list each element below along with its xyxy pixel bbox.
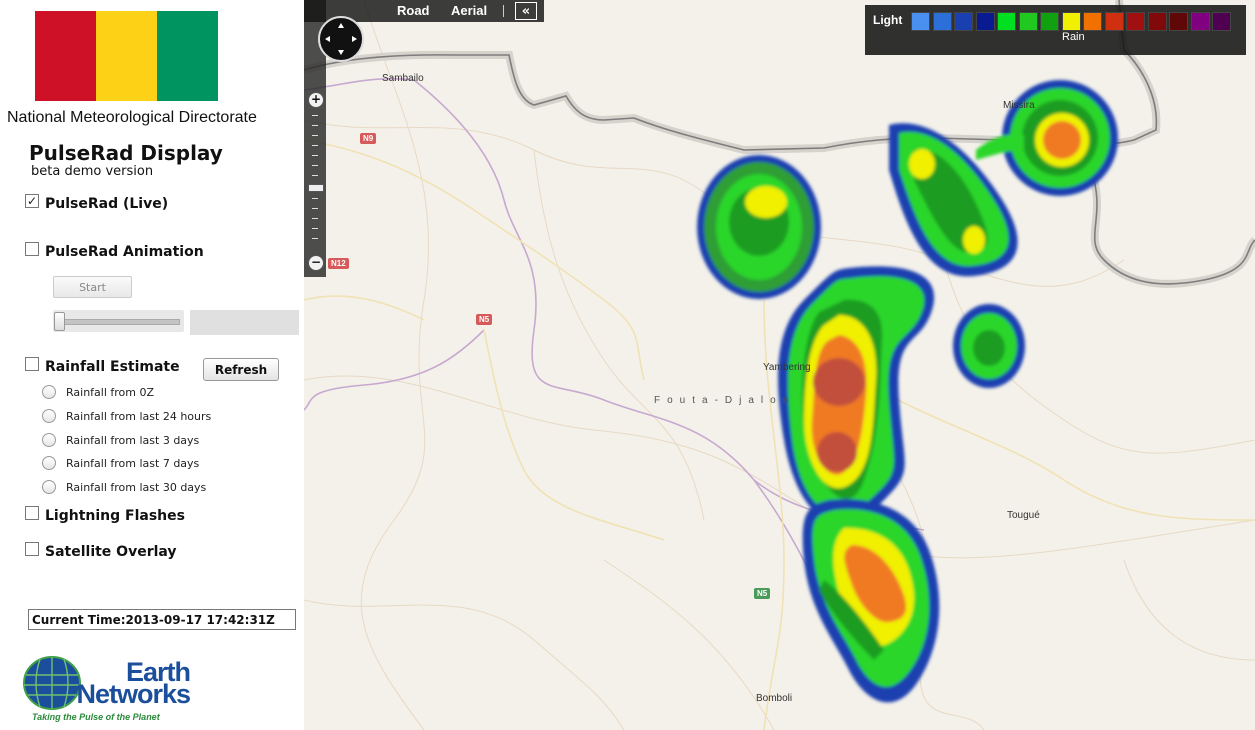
rainfall-estimate-checkbox[interactable] xyxy=(25,357,39,371)
legend-swatch xyxy=(1147,12,1167,31)
legend-swatch xyxy=(1212,12,1231,31)
lightning-flashes-option[interactable]: Lightning Flashes xyxy=(25,506,185,524)
road-label: N12 xyxy=(328,258,349,269)
radar-map[interactable]: Sambailo Missira Yambering Tougué Bombol… xyxy=(304,0,1255,730)
legend-swatch xyxy=(1040,12,1059,31)
rainfall-period-label: Rainfall from last 30 days xyxy=(66,480,207,494)
place-label: Missira xyxy=(1003,100,1035,111)
place-label: Tougué xyxy=(1007,510,1040,521)
legend-swatch xyxy=(932,12,952,31)
logo-wordmark: Earth Networks xyxy=(30,659,191,709)
zoom-tick xyxy=(312,198,318,199)
compass-pan-control[interactable] xyxy=(318,16,364,62)
flag-stripe-red xyxy=(35,11,96,101)
organization-name: National Meteorological Directorate xyxy=(7,109,257,126)
region-label: Fouta-Djalon xyxy=(654,395,796,406)
legend-intensity-label: Light xyxy=(873,13,903,27)
legend-swatch xyxy=(1126,12,1145,31)
current-time-display: Current Time:2013-09-17 17:42:31Z xyxy=(28,609,296,630)
legend-swatch xyxy=(911,12,930,31)
radio-button[interactable] xyxy=(42,433,56,447)
zoom-tick xyxy=(312,165,318,166)
legend-swatch xyxy=(1104,12,1124,31)
satellite-overlay-checkbox[interactable] xyxy=(25,542,39,556)
road-label: N5 xyxy=(476,314,493,325)
rainfall-period-label: Rainfall from 0Z xyxy=(66,385,155,399)
rainfall-period-label: Rainfall from last 3 days xyxy=(66,433,200,447)
start-animation-button[interactable]: Start xyxy=(53,276,132,298)
zoom-tick xyxy=(312,125,318,126)
rainfall-period-label: Rainfall from last 24 hours xyxy=(66,409,212,423)
pulserad-animation-label: PulseRad Animation xyxy=(45,244,204,260)
lightning-flashes-label: Lightning Flashes xyxy=(45,508,185,524)
pulserad-live-checkbox[interactable]: ✓ xyxy=(25,194,39,208)
flag-stripe-green xyxy=(157,11,218,101)
app-title: PulseRad Display xyxy=(29,141,223,165)
zoom-tick xyxy=(312,115,318,116)
legend-category-label: Rain xyxy=(1062,31,1085,43)
pulserad-live-option[interactable]: ✓ PulseRad (Live) xyxy=(25,194,169,212)
earth-networks-logo: Earth Networks Taking the Pulse of the P… xyxy=(22,655,197,725)
rainfall-period-option[interactable]: Rainfall from last 30 days xyxy=(42,480,206,494)
map-type-separator xyxy=(503,5,504,17)
zoom-tick xyxy=(312,155,318,156)
zoom-tick xyxy=(312,238,318,239)
pulserad-animation-option[interactable]: PulseRad Animation xyxy=(25,242,204,260)
rainfall-period-label: Rainfall from last 7 days xyxy=(66,456,200,470)
lightning-flashes-checkbox[interactable] xyxy=(25,506,39,520)
pulserad-live-label: PulseRad (Live) xyxy=(45,196,169,212)
rainfall-period-option[interactable]: Rainfall from last 7 days xyxy=(42,456,199,470)
zoom-tick xyxy=(312,228,318,229)
legend-swatch xyxy=(1190,12,1210,31)
flag-stripe-yellow xyxy=(96,11,157,101)
legend-swatch xyxy=(1083,12,1102,31)
precipitation-legend: Light Rain xyxy=(865,5,1246,55)
zoom-in-button[interactable]: + xyxy=(308,92,324,108)
zoom-tick xyxy=(312,218,318,219)
road-label: N5 xyxy=(754,588,771,599)
compass-arrows-icon xyxy=(325,23,357,55)
pulserad-animation-checkbox[interactable] xyxy=(25,242,39,256)
aerial-view-button[interactable]: Aerial xyxy=(451,3,487,18)
satellite-overlay-label: Satellite Overlay xyxy=(45,544,177,560)
guinea-flag xyxy=(35,11,218,101)
road-label: N9 xyxy=(360,133,377,144)
rainfall-estimate-label: Rainfall Estimate xyxy=(45,359,180,375)
radio-button[interactable] xyxy=(42,385,56,399)
rainfall-period-option[interactable]: Rainfall from last 3 days xyxy=(42,433,199,447)
animation-slider-thumb[interactable] xyxy=(54,312,65,331)
rainfall-period-option[interactable]: Rainfall from 0Z xyxy=(42,385,154,399)
legend-swatch xyxy=(1018,12,1038,31)
satellite-overlay-option[interactable]: Satellite Overlay xyxy=(25,542,177,560)
zoom-tick xyxy=(312,208,318,209)
refresh-button[interactable]: Refresh xyxy=(203,358,279,381)
radio-button[interactable] xyxy=(42,409,56,423)
place-label: Bomboli xyxy=(756,693,793,704)
place-label: Sambailo xyxy=(382,73,424,84)
app-subtitle: beta demo version xyxy=(31,164,154,179)
place-label: Yambering xyxy=(763,362,811,373)
collapse-navigation-button[interactable]: « xyxy=(515,2,537,20)
rainfall-period-option[interactable]: Rainfall from last 24 hours xyxy=(42,409,211,423)
rainfall-estimate-option[interactable]: Rainfall Estimate xyxy=(25,357,180,375)
logo-tagline: Taking the Pulse of the Planet xyxy=(32,712,160,722)
zoom-slider-thumb[interactable] xyxy=(308,184,324,192)
zoom-tick xyxy=(312,175,318,176)
legend-swatch xyxy=(1061,12,1081,31)
legend-swatch xyxy=(997,12,1016,31)
animation-frame-display xyxy=(190,310,299,335)
zoom-tick xyxy=(312,145,318,146)
sidebar: National Meteorological Directorate Puls… xyxy=(0,0,304,730)
animation-slider-track xyxy=(59,319,180,325)
radio-button[interactable] xyxy=(42,480,56,494)
legend-swatch xyxy=(1169,12,1188,31)
zoom-out-button[interactable]: − xyxy=(308,255,324,271)
legend-swatch xyxy=(954,12,973,31)
legend-swatch xyxy=(975,12,995,31)
radio-button[interactable] xyxy=(42,456,56,470)
logo-line2: Networks xyxy=(76,679,191,709)
zoom-tick xyxy=(312,135,318,136)
animation-slider[interactable] xyxy=(53,310,184,332)
road-view-button[interactable]: Road xyxy=(397,3,430,18)
